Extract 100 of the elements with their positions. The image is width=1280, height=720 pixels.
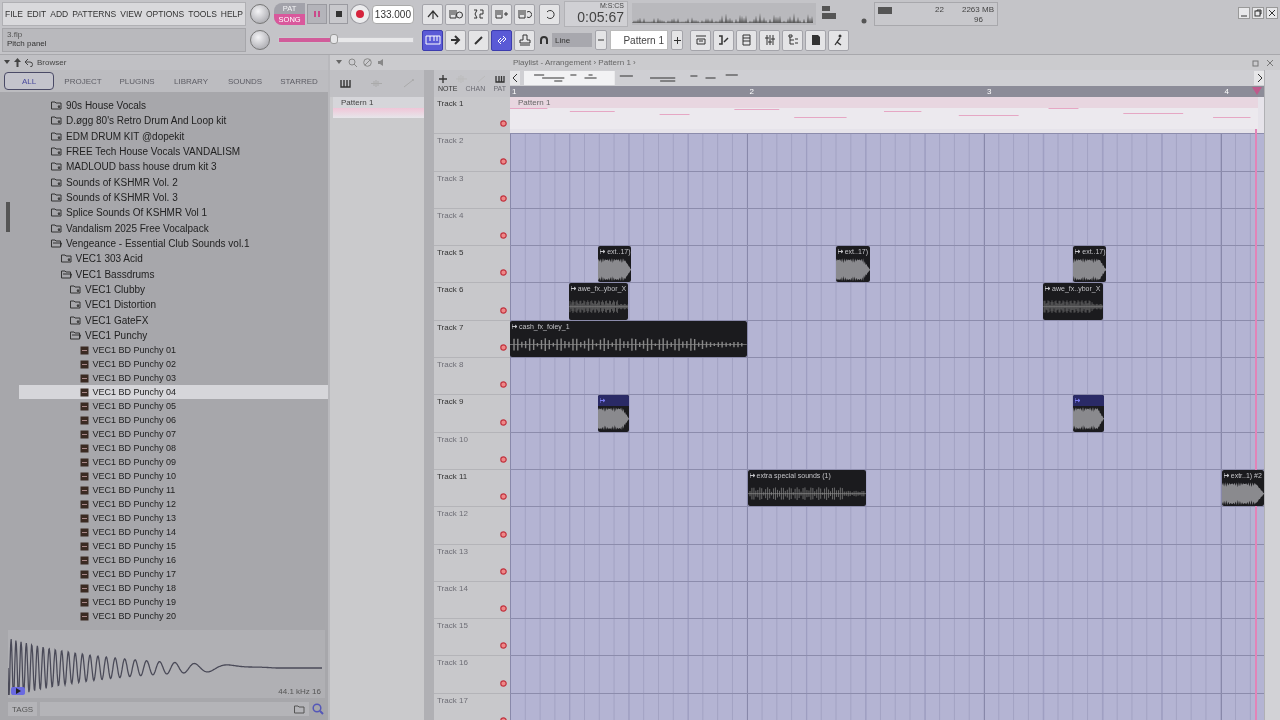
browser-item[interactable]: VEC1 BD Punchy 20	[19, 609, 328, 624]
browser-item[interactable]: VEC1 Punchy	[19, 327, 328, 344]
tags-field[interactable]	[40, 702, 309, 716]
record-button[interactable]	[350, 4, 370, 24]
browser-item[interactable]: VEC1 BD Punchy 08	[19, 441, 328, 456]
browser-item[interactable]: VEC1 BD Punchy 14	[19, 525, 328, 540]
menu-item[interactable]: HELP	[220, 9, 243, 19]
track-header[interactable]: Track 6	[434, 283, 510, 321]
browser-item[interactable]: EDM DRUM KIT @dopekit	[19, 128, 328, 144]
browser-item[interactable]: 90s House Vocals	[19, 98, 328, 114]
pattern-menu-button[interactable]	[595, 30, 607, 50]
menu-item[interactable]: VIEW	[120, 9, 142, 19]
browser-item[interactable]: VEC1 Clubby	[19, 281, 328, 298]
scroll-right-button[interactable]	[1254, 71, 1264, 85]
browser-item[interactable]: VEC1 BD Punchy 18	[19, 581, 328, 596]
track-header[interactable]: Track 5	[434, 246, 510, 284]
restore-button[interactable]	[1252, 7, 1264, 19]
browser-item[interactable]: VEC1 BD Punchy 07	[19, 427, 328, 442]
browser-item[interactable]: Vandalism 2025 Free Vocalpack	[19, 220, 328, 236]
pitch-slider-track[interactable]	[278, 37, 414, 43]
plus-icon[interactable]	[438, 75, 447, 83]
browser-item[interactable]: VEC1 BD Punchy 09	[19, 455, 328, 470]
add-pattern-button[interactable]	[671, 30, 683, 50]
browser-item[interactable]: Sounds of KSHMR Vol. 2	[19, 174, 328, 190]
loop-record-button[interactable]	[514, 3, 535, 25]
mixer-button[interactable]	[759, 29, 780, 51]
tempo-display[interactable]: 133.000	[371, 4, 414, 24]
touch-controller-button[interactable]	[828, 29, 849, 51]
browser-item[interactable]: VEC1 BD Punchy 02	[19, 357, 328, 372]
browser-item[interactable]: VEC1 BD Punchy 03	[19, 371, 328, 386]
snap-dropdown[interactable]: Line	[552, 33, 592, 47]
browser-item[interactable]: VEC1 BD Punchy 10	[19, 469, 328, 484]
browser-item[interactable]: VEC1 BD Punchy 06	[19, 413, 328, 428]
menu-item[interactable]: ADD	[50, 9, 69, 19]
restore-icon[interactable]	[1252, 58, 1260, 67]
browser-tab[interactable]: LIBRARY	[166, 72, 216, 90]
browser-item[interactable]: VEC1 GateFX	[19, 312, 328, 328]
browser-item[interactable]: Sounds of KSHMR Vol. 3	[19, 189, 328, 206]
browser-item[interactable]: Splice Sounds Of KSHMR Vol 1	[19, 205, 328, 221]
tool-button[interactable]	[491, 29, 512, 51]
minimize-button[interactable]	[1238, 7, 1250, 19]
wait-record-button[interactable]	[445, 3, 466, 25]
scrollbar[interactable]	[1264, 70, 1280, 720]
track-header[interactable]: Track 11	[434, 469, 510, 508]
piano-roll-button[interactable]	[713, 29, 734, 51]
browser-item[interactable]: VEC1 BD Punchy 05	[19, 399, 328, 414]
close-icon[interactable]	[1266, 58, 1274, 67]
browser-tab[interactable]: ALL	[4, 72, 54, 90]
tool-button[interactable]	[422, 29, 443, 51]
browser-item[interactable]: D.øgg 80's Retro Drum And Loop kit	[19, 113, 328, 129]
browser-item[interactable]: VEC1 303 Acid	[19, 251, 328, 267]
browser-item[interactable]: VEC1 BD Punchy 15	[19, 539, 328, 554]
tags-button[interactable]: TAGS	[8, 702, 38, 716]
pattern-selector[interactable]: Pattern 1	[610, 30, 668, 50]
track-header[interactable]: Track 7	[434, 320, 510, 359]
plugin-picker-button[interactable]	[805, 29, 826, 51]
preview-play-button[interactable]	[11, 687, 25, 695]
tool-button[interactable]	[445, 29, 466, 51]
stop-button[interactable]	[328, 4, 349, 24]
piano-roll-icon[interactable]	[495, 75, 506, 83]
audio-clip[interactable]	[598, 395, 630, 432]
track-header[interactable]: Track 9	[434, 395, 510, 433]
pattern-item[interactable]: Pattern 1	[333, 97, 424, 108]
loop-button[interactable]	[539, 3, 560, 25]
channel-rack-button[interactable]	[736, 29, 757, 51]
browser-item[interactable]: VEC1 Bassdrums	[19, 266, 328, 282]
scrollbar[interactable]	[424, 70, 434, 720]
browser-item[interactable]: VEC1 BD Punchy 17	[19, 567, 328, 582]
browser-item[interactable]: VEC1 BD Punchy 16	[19, 553, 328, 568]
scrollbar[interactable]	[6, 202, 10, 232]
menu-item[interactable]: OPTIONS	[145, 9, 185, 19]
playlist-button[interactable]	[690, 29, 711, 51]
search-icon[interactable]	[312, 703, 324, 715]
browser-tab[interactable]: STARRED	[274, 72, 324, 90]
browser-item[interactable]: VEC1 BD Punchy 19	[19, 595, 328, 610]
scroll-left-button[interactable]	[510, 71, 520, 85]
browser-tab[interactable]: PLUGINS	[112, 72, 162, 90]
volume-knob[interactable]	[250, 4, 270, 24]
browser-item[interactable]: VEC1 BD Punchy 04	[19, 385, 328, 400]
piano-roll-icon[interactable]	[340, 79, 352, 88]
browser-item[interactable]: VEC1 BD Punchy 01	[19, 343, 328, 358]
browser-tab[interactable]: SOUNDS	[220, 72, 270, 90]
browser-item[interactable]: VEC1 BD Punchy 12	[19, 497, 328, 512]
tool-button[interactable]	[468, 29, 489, 51]
browser-tab[interactable]: PROJECT	[58, 72, 108, 90]
menu-item[interactable]: EDIT	[26, 9, 47, 19]
menu-item[interactable]: FILE	[5, 9, 23, 19]
browser-item[interactable]: MADLOUD bass house drum kit 3	[19, 159, 328, 175]
browser-item[interactable]: VEC1 BD Punchy 13	[19, 511, 328, 526]
countdown-button[interactable]	[468, 3, 489, 25]
browser-item[interactable]: VEC1 BD Punchy 11	[19, 483, 328, 498]
browser-item[interactable]: VEC1 Distortion	[19, 297, 328, 313]
browser-item[interactable]: Vengeance - Essential Club Sounds vol.1	[19, 235, 328, 252]
menu-item[interactable]: PATTERNS	[72, 9, 117, 19]
metronome-button[interactable]	[422, 3, 443, 25]
menu-item[interactable]: TOOLS	[188, 9, 217, 19]
audio-clip[interactable]	[1073, 395, 1105, 432]
close-button[interactable]	[1266, 7, 1278, 19]
pitch-knob[interactable]	[250, 30, 270, 50]
track-header[interactable]: Track 1	[434, 97, 510, 135]
